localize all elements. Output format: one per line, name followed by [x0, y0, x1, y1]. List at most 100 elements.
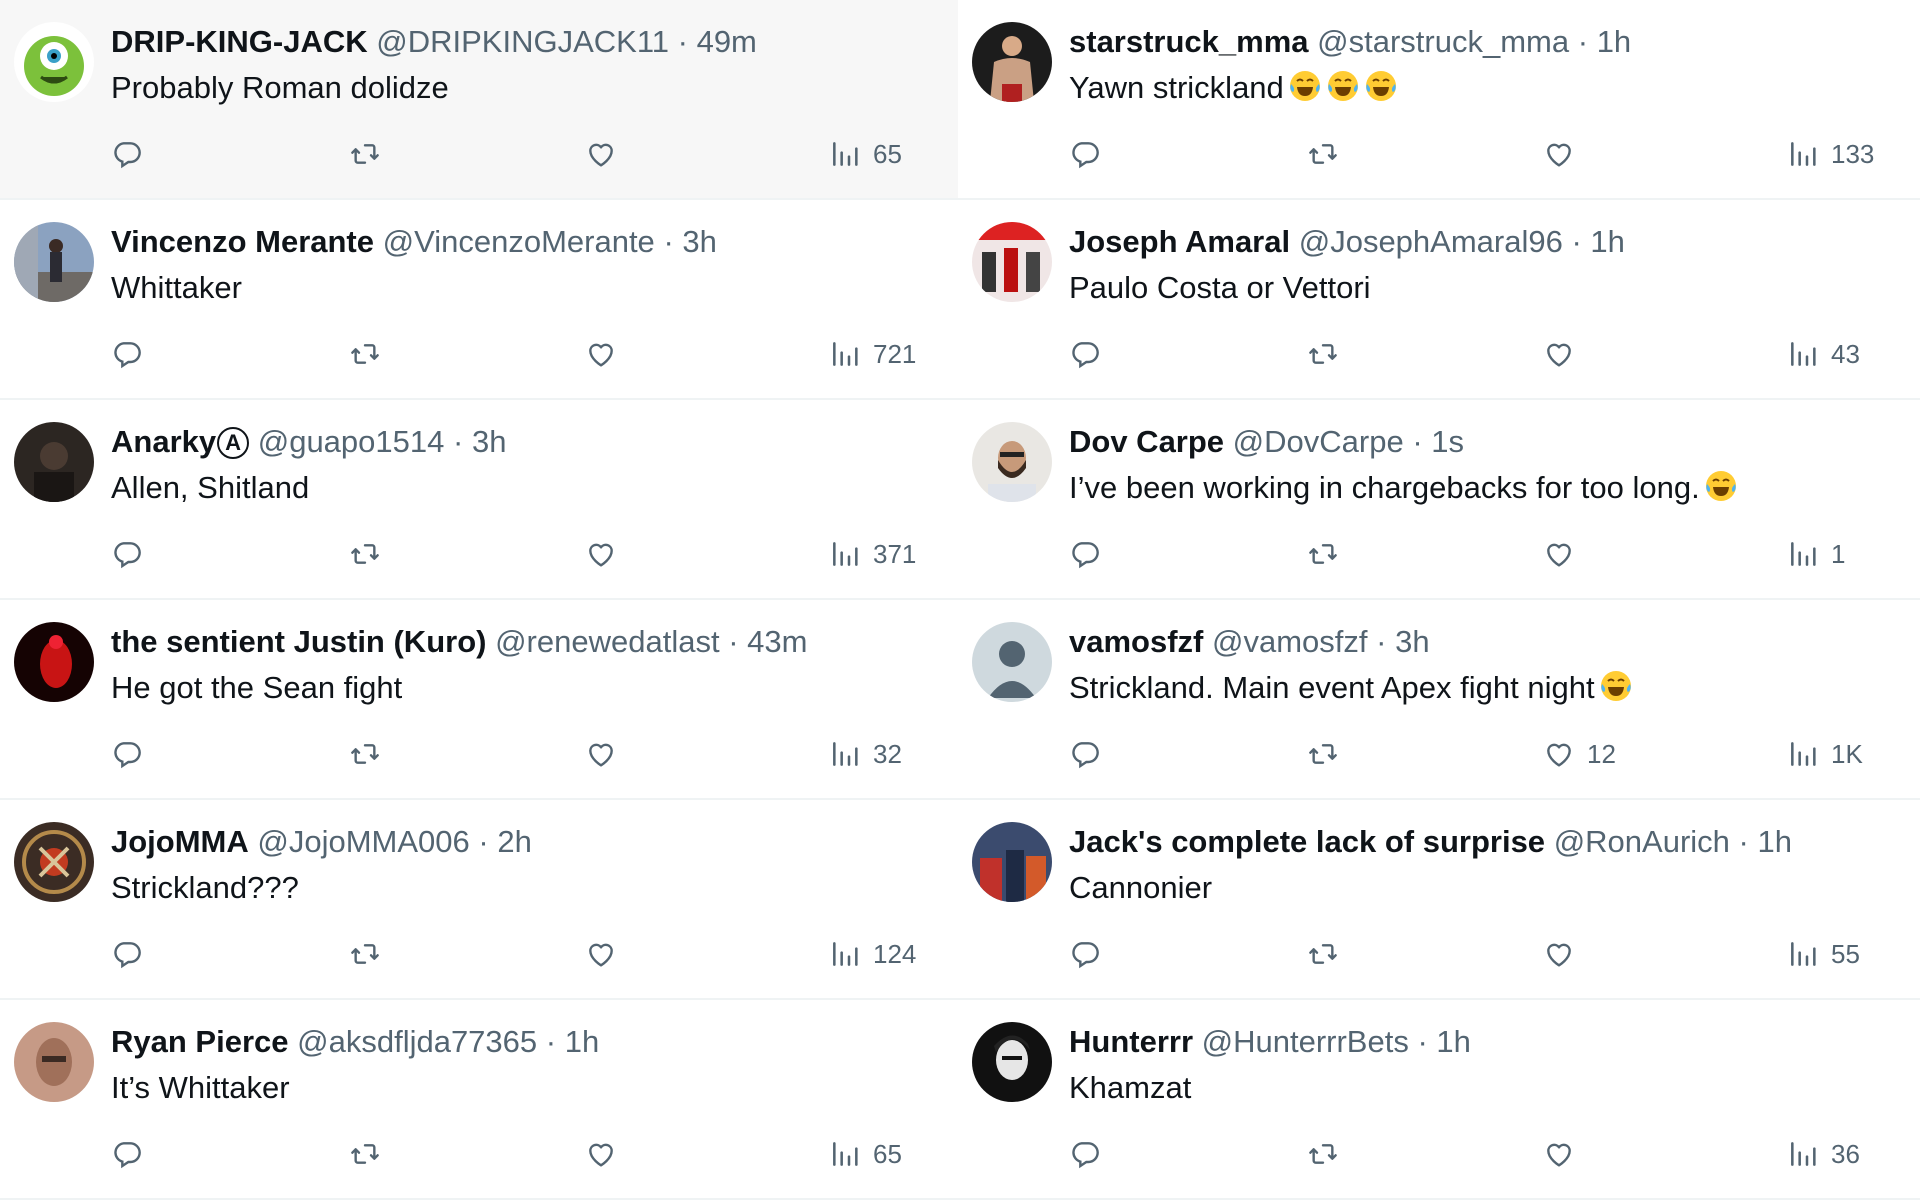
display-name[interactable]: Vincenzo Merante	[111, 224, 374, 259]
tweet-right-2[interactable]: Joseph Amaral @JosephAmaral96 · 1h Paulo…	[958, 200, 1920, 400]
like-button[interactable]	[1543, 334, 1587, 374]
like-button[interactable]	[1543, 1134, 1587, 1174]
avatar[interactable]	[972, 622, 1052, 702]
views-button[interactable]: 1	[1787, 534, 1845, 574]
avatar[interactable]	[14, 622, 94, 702]
avatar[interactable]	[14, 1022, 94, 1102]
user-handle[interactable]: @starstruck_mma	[1317, 24, 1569, 59]
reply-button[interactable]	[1069, 134, 1101, 174]
user-handle[interactable]: @DovCarpe	[1233, 424, 1404, 459]
retweet-button[interactable]	[1307, 334, 1339, 374]
user-handle[interactable]: @DRIPKINGJACK11	[376, 24, 669, 59]
display-name[interactable]: Jack's complete lack of surprise	[1069, 824, 1545, 859]
retweet-button[interactable]	[349, 134, 381, 174]
reply-button[interactable]	[1069, 734, 1101, 774]
timestamp[interactable]: 3h	[472, 424, 506, 459]
tweet-right-6[interactable]: Hunterrr @HunterrrBets · 1h Khamzat 36	[958, 1000, 1920, 1200]
user-handle[interactable]: @vamosfzf	[1212, 624, 1368, 659]
reply-button[interactable]	[1069, 1134, 1101, 1174]
avatar[interactable]	[972, 822, 1052, 902]
retweet-button[interactable]	[1307, 1134, 1339, 1174]
display-name[interactable]: Dov Carpe	[1069, 424, 1224, 459]
user-handle[interactable]: @renewedatlast	[495, 624, 719, 659]
retweet-button[interactable]	[349, 934, 381, 974]
tweet-left-4[interactable]: the sentient Justin (Kuro) @renewedatlas…	[0, 600, 958, 800]
reply-button[interactable]	[111, 334, 143, 374]
views-button[interactable]: 371	[829, 534, 916, 574]
display-name[interactable]: starstruck_mma	[1069, 24, 1309, 59]
user-handle[interactable]: @JosephAmaral96	[1299, 224, 1563, 259]
user-handle[interactable]: @guapo1514	[258, 424, 445, 459]
reply-button[interactable]	[111, 1134, 143, 1174]
tweet-right-3[interactable]: Dov Carpe @DovCarpe · 1s I’ve been worki…	[958, 400, 1920, 600]
retweet-button[interactable]	[1307, 534, 1339, 574]
retweet-button[interactable]	[349, 534, 381, 574]
retweet-button[interactable]	[1307, 934, 1339, 974]
tweet-left-3[interactable]: Anarky A @guapo1514 · 3h Allen, Shitland …	[0, 400, 958, 600]
views-button[interactable]: 55	[1787, 934, 1860, 974]
reply-button[interactable]	[1069, 534, 1101, 574]
timestamp[interactable]: 2h	[497, 824, 531, 859]
views-button[interactable]: 36	[1787, 1134, 1860, 1174]
user-handle[interactable]: @RonAurich	[1554, 824, 1730, 859]
display-name[interactable]: vamosfzf	[1069, 624, 1203, 659]
display-name[interactable]: the sentient Justin (Kuro)	[111, 624, 486, 659]
like-button[interactable]	[585, 534, 629, 574]
retweet-button[interactable]	[1307, 134, 1339, 174]
timestamp[interactable]: 1h	[565, 1024, 599, 1059]
views-button[interactable]: 721	[829, 334, 916, 374]
views-button[interactable]: 43	[1787, 334, 1860, 374]
display-name[interactable]: Anarky	[111, 424, 216, 459]
reply-button[interactable]	[1069, 334, 1101, 374]
tweet-left-5[interactable]: JojoMMA @JojoMMA006 · 2h Strickland??? 1…	[0, 800, 958, 1000]
views-button[interactable]: 1K	[1787, 734, 1863, 774]
avatar[interactable]	[972, 422, 1052, 502]
tweet-left-1[interactable]: DRIP-KING-JACK @DRIPKINGJACK11 · 49m Pro…	[0, 0, 958, 200]
like-button[interactable]	[585, 134, 629, 174]
timestamp[interactable]: 1s	[1431, 424, 1464, 459]
avatar[interactable]	[972, 1022, 1052, 1102]
views-button[interactable]: 65	[829, 134, 902, 174]
timestamp[interactable]: 1h	[1597, 24, 1631, 59]
user-handle[interactable]: @VincenzoMerante	[383, 224, 655, 259]
user-handle[interactable]: @JojoMMA006	[257, 824, 469, 859]
display-name[interactable]: Hunterrr	[1069, 1024, 1193, 1059]
timestamp[interactable]: 1h	[1590, 224, 1624, 259]
avatar[interactable]	[14, 422, 94, 502]
timestamp[interactable]: 3h	[1395, 624, 1429, 659]
display-name[interactable]: Joseph Amaral	[1069, 224, 1290, 259]
like-button[interactable]	[1543, 534, 1587, 574]
reply-button[interactable]	[111, 534, 143, 574]
timestamp[interactable]: 1h	[1757, 824, 1791, 859]
views-button[interactable]: 65	[829, 1134, 902, 1174]
tweet-right-5[interactable]: Jack's complete lack of surprise @RonAur…	[958, 800, 1920, 1000]
like-button[interactable]	[1543, 134, 1587, 174]
reply-button[interactable]	[111, 934, 143, 974]
tweet-right-4[interactable]: vamosfzf @vamosfzf · 3h Strickland. Main…	[958, 600, 1920, 800]
tweet-left-2[interactable]: Vincenzo Merante @VincenzoMerante · 3h W…	[0, 200, 958, 400]
views-button[interactable]: 133	[1787, 134, 1874, 174]
avatar[interactable]	[14, 222, 94, 302]
views-button[interactable]: 32	[829, 734, 902, 774]
reply-button[interactable]	[111, 134, 143, 174]
retweet-button[interactable]	[349, 1134, 381, 1174]
reply-button[interactable]	[111, 734, 143, 774]
like-button[interactable]: 12	[1543, 734, 1616, 774]
like-button[interactable]	[585, 934, 629, 974]
like-button[interactable]	[585, 1134, 629, 1174]
views-button[interactable]: 124	[829, 934, 916, 974]
timestamp[interactable]: 3h	[682, 224, 716, 259]
like-button[interactable]	[585, 334, 629, 374]
timestamp[interactable]: 49m	[697, 24, 757, 59]
retweet-button[interactable]	[349, 334, 381, 374]
user-handle[interactable]: @HunterrrBets	[1202, 1024, 1409, 1059]
avatar[interactable]	[14, 822, 94, 902]
timestamp[interactable]: 43m	[747, 624, 807, 659]
tweet-right-1[interactable]: starstruck_mma @starstruck_mma · 1h Yawn…	[958, 0, 1920, 200]
like-button[interactable]	[1543, 934, 1587, 974]
user-handle[interactable]: @aksdfljda77365	[297, 1024, 537, 1059]
tweet-left-6[interactable]: Ryan Pierce @aksdfljda77365 · 1h It’s Wh…	[0, 1000, 958, 1200]
timestamp[interactable]: 1h	[1436, 1024, 1470, 1059]
avatar[interactable]	[972, 22, 1052, 102]
retweet-button[interactable]	[349, 734, 381, 774]
